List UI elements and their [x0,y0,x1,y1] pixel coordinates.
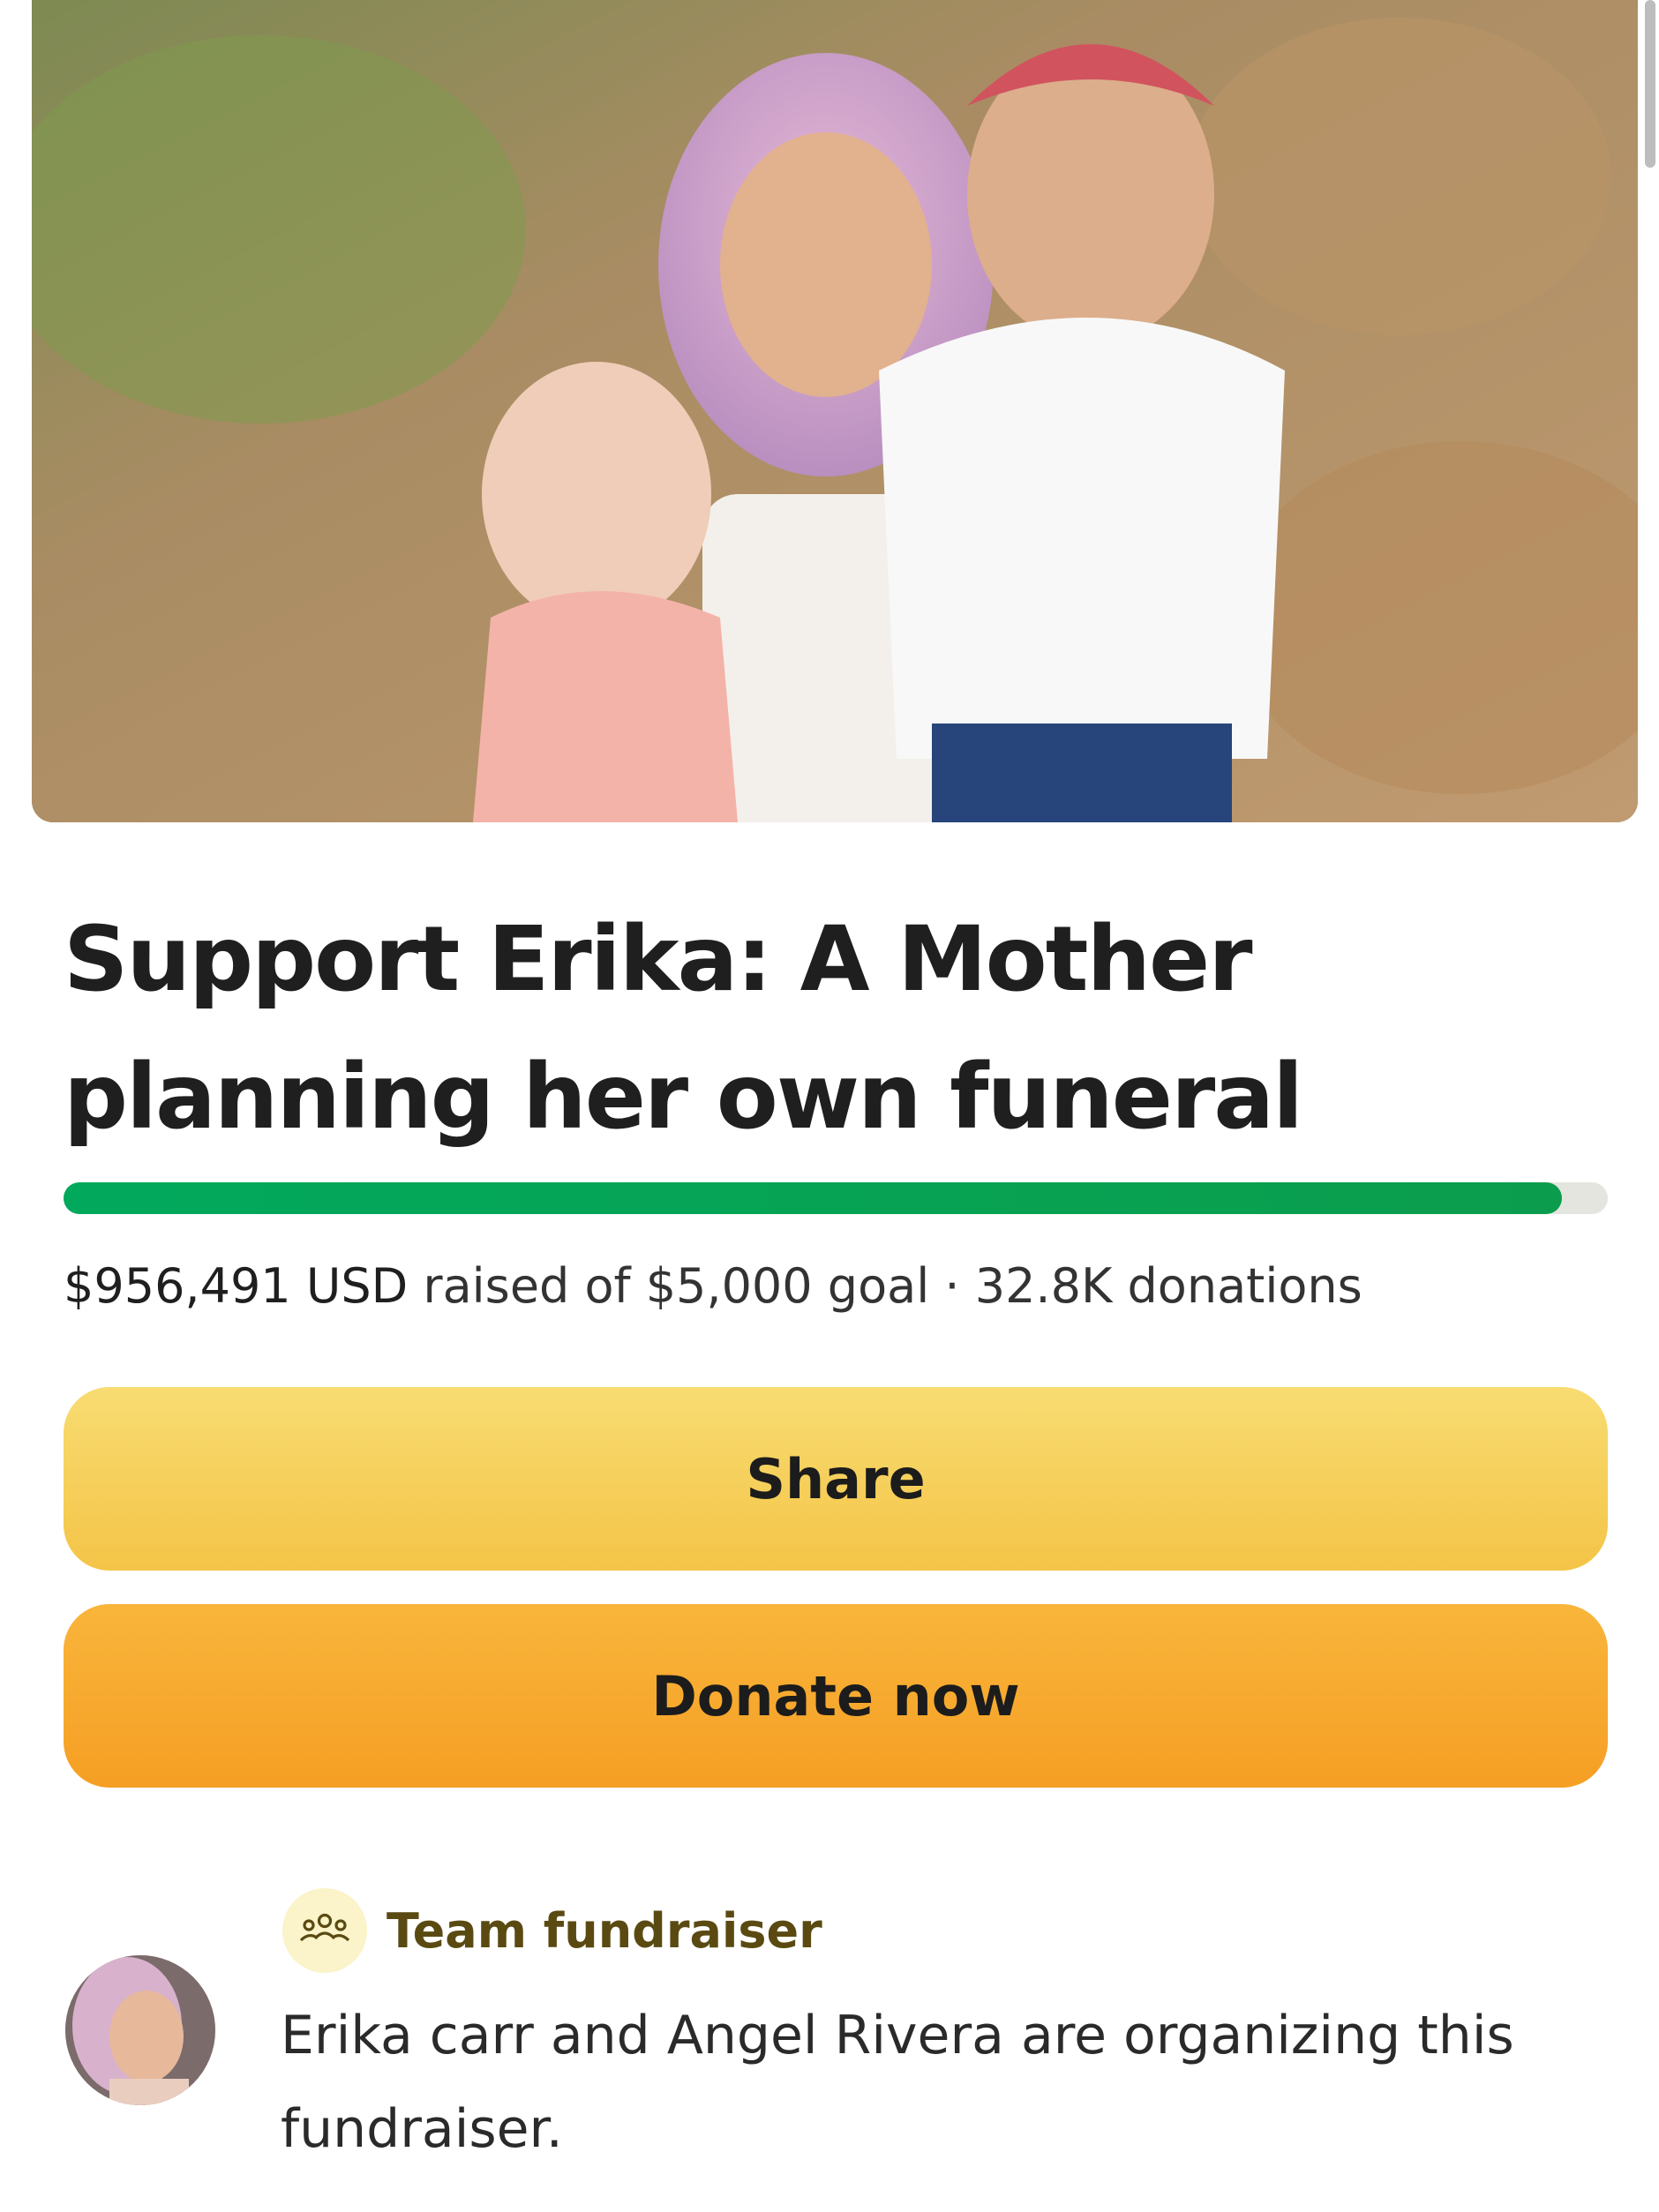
campaign-title: Support Erika: A Mother planning her own… [64,907,1303,1150]
family-photo-illustration [32,0,1638,822]
team-fundraiser-row: Team fundraiser [282,1888,822,1973]
progress-bar [64,1182,1608,1214]
organizer-avatar-image [65,1955,215,2105]
organizer-description: Erika carr and Angel Rivera are organizi… [281,2005,1514,2160]
goal-and-donations: raised of $5,000 goal · 32.8K donations [423,1258,1362,1314]
team-icon-glyph [299,1913,350,1942]
donate-now-button[interactable]: Donate now [64,1604,1608,1788]
scrollbar[interactable] [1645,0,1655,168]
progress-bar-fill [64,1182,1562,1214]
share-button[interactable]: Share [64,1387,1608,1571]
team-icon [282,1888,367,1973]
campaign-photo [32,0,1638,822]
raised-amount: $956,491 USD [64,1258,409,1314]
funding-stats: $956,491 USD raised of $5,000 goal · 32.… [64,1251,1362,1322]
fundraiser-page: Support Erika: A Mother planning her own… [0,0,1659,2212]
organizer-avatar[interactable] [65,1955,215,2105]
team-fundraiser-label: Team fundraiser [387,1902,822,1959]
